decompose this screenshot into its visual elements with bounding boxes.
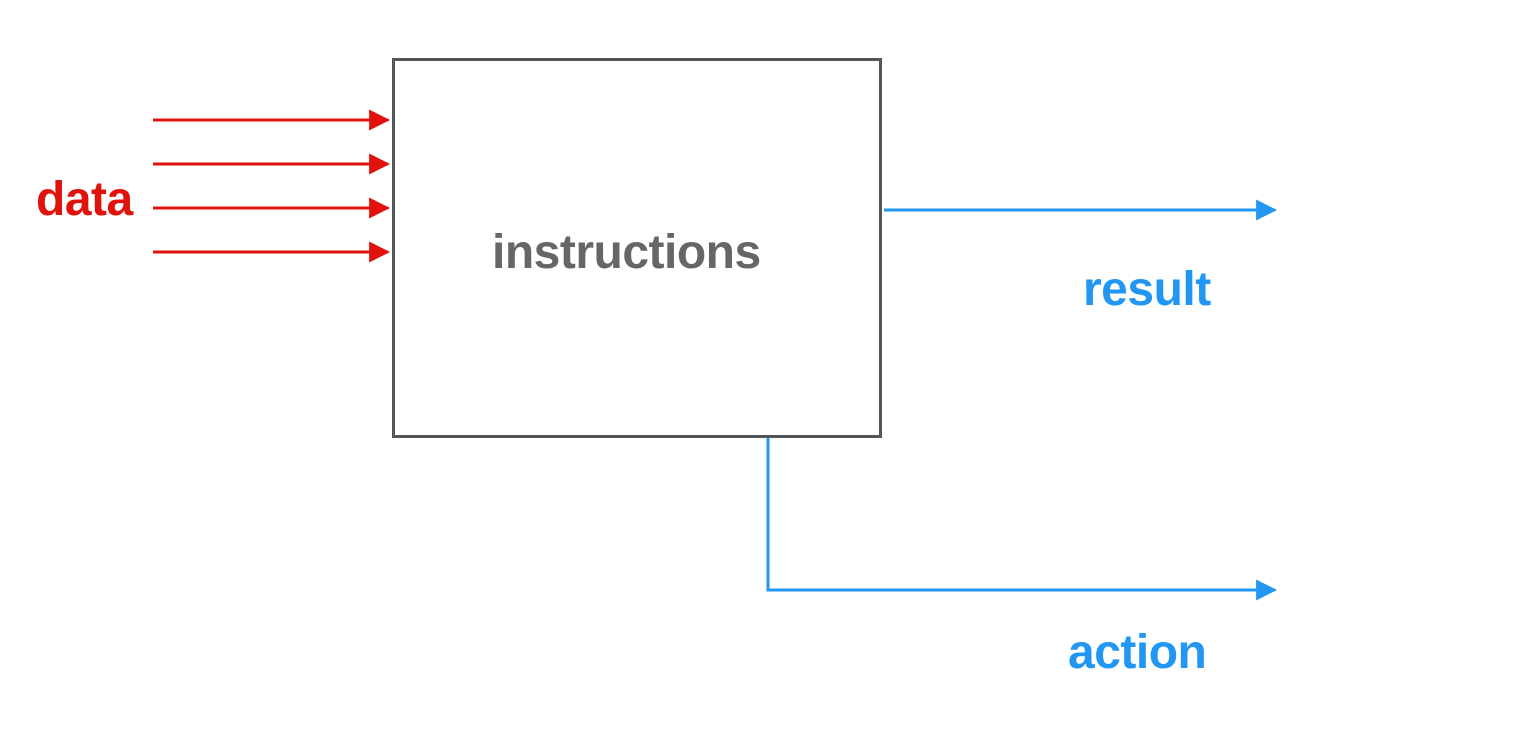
instructions-label: instructions: [492, 225, 761, 280]
action-arrow: [768, 438, 1275, 590]
data-label: data: [36, 172, 133, 227]
action-label: action: [1068, 625, 1206, 680]
result-label: result: [1083, 262, 1211, 317]
